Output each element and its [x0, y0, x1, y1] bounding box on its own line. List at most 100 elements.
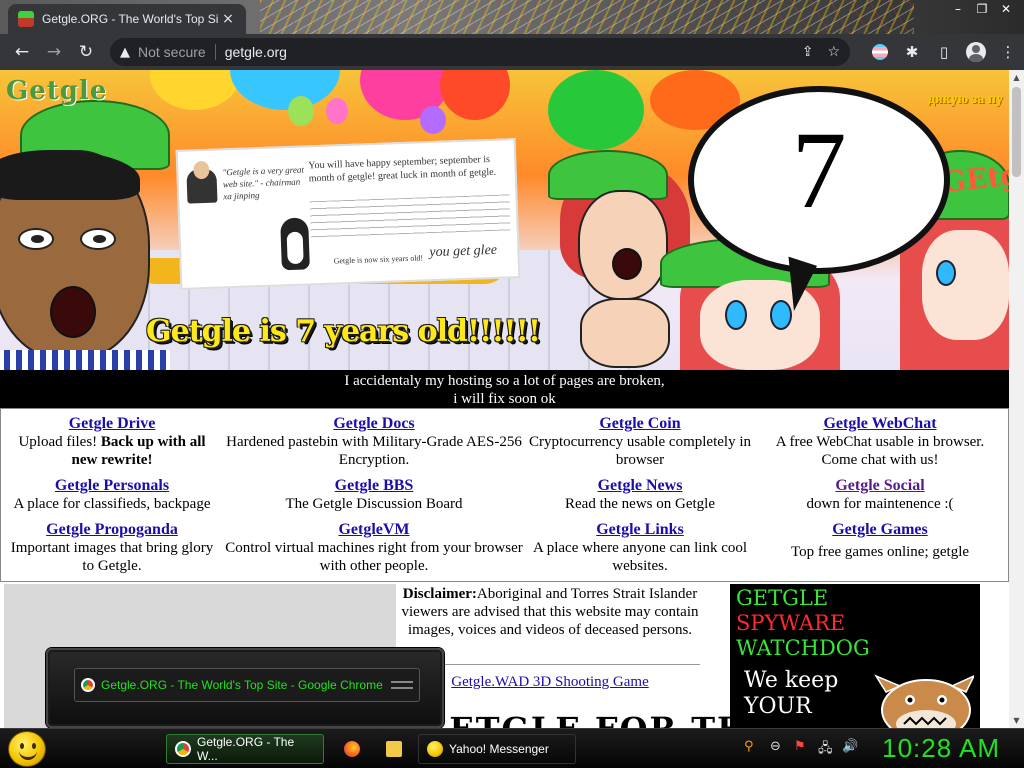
- service-link-news[interactable]: Getgle News: [527, 477, 753, 495]
- tab-close-icon[interactable]: ×: [220, 11, 236, 27]
- service-description: A free WebChat usable in browser. Come c…: [775, 434, 985, 468]
- restore-icon[interactable]: ❐: [970, 0, 994, 18]
- service-description: down for maintenence :(: [806, 496, 954, 512]
- taskbar-item-folder[interactable]: [378, 734, 412, 764]
- scroll-down-icon[interactable]: ▼: [1009, 713, 1024, 728]
- chrome-icon: [175, 741, 191, 757]
- service-link-propoganda[interactable]: Getgle Propoganda: [5, 521, 219, 539]
- chrome-menu-icon[interactable]: ⋮: [992, 36, 1024, 68]
- anime-eye: [725, 300, 747, 330]
- start-smiley-icon[interactable]: [8, 731, 46, 767]
- taskbar-item-chrome[interactable]: Getgle.ORG - The W...: [166, 734, 324, 764]
- minimize-icon[interactable]: –: [946, 0, 970, 18]
- side-panel-icon[interactable]: ▯: [928, 36, 960, 68]
- taskbar-item-firefox[interactable]: [336, 734, 366, 764]
- yahoo-smiley-icon: [427, 741, 443, 757]
- service-cell: Getgle Propoganda Important images that …: [5, 521, 219, 575]
- firefox-icon: [344, 741, 360, 757]
- service-cell: Getgle Personals A place for classifieds…: [1, 477, 223, 513]
- anniversary-poster: "Getgle is a very great web site." - cha…: [175, 138, 521, 290]
- reload-icon[interactable]: ↻: [70, 36, 102, 68]
- tab-strip: Getgle.ORG - The World's Top Si × – ❐ ✕: [0, 0, 1024, 34]
- service-link-docs[interactable]: Getgle Docs: [225, 415, 523, 433]
- service-description: Top free games online; getgle: [790, 544, 970, 560]
- ad-line: YOUR: [744, 694, 812, 719]
- notice-line: i will fix soon ok: [453, 391, 556, 407]
- scrollbar-thumb[interactable]: [1012, 87, 1021, 177]
- service-link-social[interactable]: Getgle Social: [759, 477, 1001, 495]
- spyware-watchdog-ad[interactable]: GETGLE SPYWARE WATCHDOG We keep YOUR: [730, 584, 980, 728]
- browser-tab[interactable]: Getgle.ORG - The World's Top Si ×: [8, 4, 246, 34]
- service-cell: Getgle BBS The Getgle Discussion Board: [225, 477, 523, 513]
- service-link-games[interactable]: Getgle Games: [759, 521, 1001, 539]
- back-icon[interactable]: ←: [6, 36, 38, 68]
- warning-triangle-icon[interactable]: ▲: [120, 45, 130, 60]
- hosting-notice: I accidentaly my hosting so a lot of pag…: [0, 370, 1009, 408]
- minus-circle-icon[interactable]: ⊖: [770, 739, 781, 754]
- forward-icon[interactable]: →: [38, 36, 70, 68]
- service-description: The Getgle Discussion Board: [285, 496, 463, 512]
- taskbar-clock[interactable]: 10:28 AM: [882, 733, 1000, 764]
- banner-headline: Getgle is 7 years old!!!!!!: [146, 314, 541, 349]
- service-link-bbs[interactable]: Getgle BBS: [225, 477, 523, 495]
- character-mouth: [50, 286, 96, 338]
- ad-line: GETGLE: [736, 586, 829, 610]
- window-controls: – ❐ ✕: [946, 0, 1018, 20]
- getgle-logo: Getgle: [6, 76, 108, 106]
- penguin-figure: [280, 217, 310, 271]
- theme-scribble-decoration: [260, 0, 914, 34]
- service-cell: Getgle Games Top free games online; getg…: [759, 521, 1001, 561]
- service-link-getglevm[interactable]: GetgleVM: [225, 521, 523, 539]
- balloon: [326, 98, 348, 124]
- volume-icon[interactable]: 🔊: [842, 739, 858, 754]
- balloon: [230, 70, 340, 110]
- folder-icon: [386, 741, 402, 757]
- poster-glee-text: you get glee: [429, 242, 498, 261]
- security-label[interactable]: Not secure: [138, 44, 206, 60]
- service-description: A place for classifieds, backpage: [13, 496, 211, 512]
- url-text[interactable]: getgle.org: [225, 44, 287, 60]
- balloon: [548, 70, 644, 150]
- chrome-icon: [81, 678, 95, 692]
- service-link-webchat[interactable]: Getgle WebChat: [759, 415, 1001, 433]
- service-link-drive[interactable]: Getgle Drive: [5, 415, 219, 433]
- service-link-personals[interactable]: Getgle Personals: [1, 477, 223, 495]
- scroll-up-icon[interactable]: ▲: [1009, 70, 1024, 85]
- service-link-links[interactable]: Getgle Links: [527, 521, 753, 539]
- services-table: Getgle Drive Upload files! Back up with …: [0, 408, 1009, 582]
- ad-line: SPYWARE: [736, 611, 846, 635]
- share-icon[interactable]: ⇪: [802, 44, 814, 60]
- cap-logo-text: GEtg: [940, 158, 1009, 199]
- page-scrollbar[interactable]: ▲ ▼: [1009, 70, 1024, 728]
- right-anime-face: [922, 230, 1009, 340]
- omnibox-divider: [214, 44, 216, 60]
- pride-flag-extension-icon[interactable]: [864, 36, 896, 68]
- character-eye: [80, 228, 116, 250]
- preview-grip-icon: [391, 681, 413, 689]
- service-cell: GetgleVM Control virtual machines right …: [225, 521, 523, 575]
- center-character-mouth: [612, 248, 642, 280]
- horizontal-rule: [404, 664, 700, 665]
- portrait-figure: [186, 168, 218, 204]
- center-character-body: [580, 298, 670, 368]
- network-icon[interactable]: 🖧: [818, 739, 833, 761]
- address-bar[interactable]: ▲ Not secure getgle.org ⇪ ☆: [110, 38, 850, 66]
- tab-title: Getgle.ORG - The World's Top Si: [42, 12, 219, 26]
- close-window-icon[interactable]: ✕: [994, 0, 1018, 18]
- service-description: Hardened pastebin with Military-Grade AE…: [226, 434, 522, 468]
- search-icon[interactable]: ⚲: [744, 739, 754, 754]
- birthday-banner-image: "Getgle is a very great web site." - cha…: [0, 70, 1009, 370]
- service-cell: Getgle Links A place where anyone can li…: [527, 521, 753, 575]
- profile-avatar-icon[interactable]: [960, 36, 992, 68]
- taskbar-window-preview[interactable]: Getgle.ORG - The World's Top Site - Goog…: [46, 648, 444, 728]
- service-link-coin[interactable]: Getgle Coin: [527, 415, 753, 433]
- center-character-face: [578, 190, 668, 300]
- bookmark-star-icon[interactable]: ☆: [827, 44, 840, 60]
- flag-icon[interactable]: ⚑: [794, 739, 806, 754]
- service-description: Control virtual machines right from your…: [225, 540, 523, 574]
- preview-window-entry[interactable]: Getgle.ORG - The World's Top Site - Goog…: [74, 668, 420, 702]
- service-cell: Getgle Drive Upload files! Back up with …: [5, 415, 219, 469]
- extensions-puzzle-icon[interactable]: ✱: [896, 36, 928, 68]
- taskbar-item-yahoo[interactable]: Yahoo! Messenger: [418, 734, 576, 764]
- ad-line: WATCHDOG: [736, 636, 870, 660]
